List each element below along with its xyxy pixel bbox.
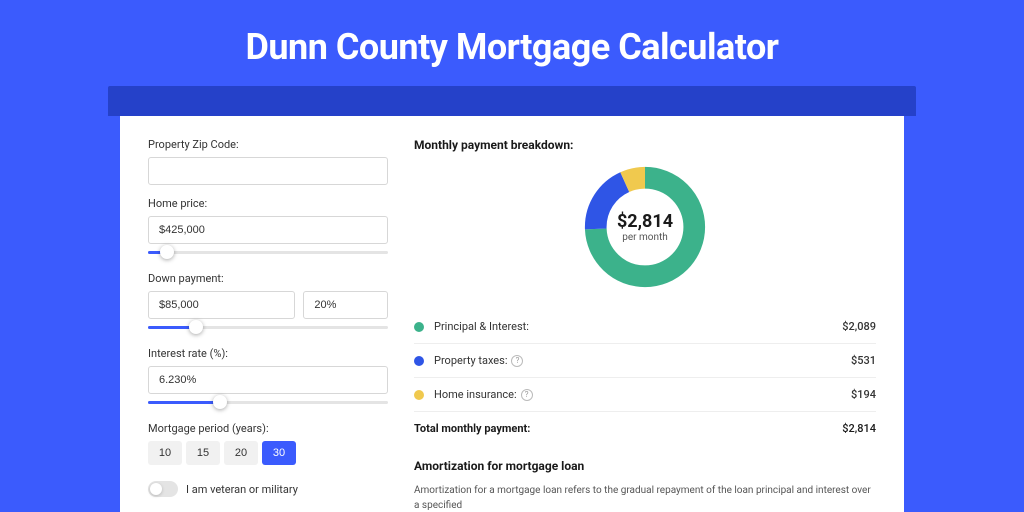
total-value: $2,814 [842, 422, 876, 435]
period-options: 10152030 [148, 441, 388, 465]
legend-label: Property taxes:? [434, 354, 851, 367]
down-payment-slider-thumb[interactable] [189, 320, 203, 334]
home-price-label: Home price: [148, 197, 388, 210]
veteran-label: I am veteran or military [186, 483, 298, 496]
info-icon[interactable]: ? [521, 389, 533, 401]
period-button-15[interactable]: 15 [186, 441, 220, 465]
period-label: Mortgage period (years): [148, 422, 388, 435]
breakdown-title: Monthly payment breakdown: [414, 138, 876, 152]
veteran-toggle[interactable] [148, 481, 178, 497]
legend-value: $194 [851, 388, 876, 401]
breakdown-column: Monthly payment breakdown: $2,814 per mo… [414, 138, 876, 512]
legend-dot [414, 356, 424, 366]
amortization-title: Amortization for mortgage loan [414, 459, 876, 473]
home-price-input[interactable] [148, 216, 388, 244]
period-button-20[interactable]: 20 [224, 441, 258, 465]
zip-input[interactable] [148, 157, 388, 185]
info-icon[interactable]: ? [511, 355, 523, 367]
amortization-text: Amortization for a mortgage loan refers … [414, 483, 876, 512]
legend-value: $531 [851, 354, 876, 367]
legend-label: Home insurance:? [434, 388, 851, 401]
inputs-column: Property Zip Code: Home price: Down paym… [148, 138, 388, 512]
legend-row: Principal & Interest:$2,089 [414, 310, 876, 344]
home-price-slider[interactable] [148, 246, 388, 260]
veteran-row: I am veteran or military [148, 481, 388, 497]
interest-label: Interest rate (%): [148, 347, 388, 360]
total-row: Total monthly payment: $2,814 [414, 411, 876, 445]
total-label: Total monthly payment: [414, 422, 842, 435]
interest-slider-thumb[interactable] [213, 395, 227, 409]
page-title: Dunn County Mortgage Calculator [0, 0, 1024, 86]
veteran-toggle-knob [150, 483, 162, 495]
interest-slider[interactable] [148, 396, 388, 410]
period-button-30[interactable]: 30 [262, 441, 296, 465]
down-payment-slider[interactable] [148, 321, 388, 335]
interest-slider-fill [148, 401, 220, 404]
donut-chart: $2,814 per month [580, 162, 710, 292]
period-button-10[interactable]: 10 [148, 441, 182, 465]
home-price-slider-thumb[interactable] [160, 245, 174, 259]
interest-input[interactable] [148, 366, 388, 394]
donut-amount: $2,814 [617, 211, 673, 232]
legend-row: Home insurance:?$194 [414, 378, 876, 411]
donut-wrap: $2,814 per month [414, 162, 876, 292]
donut-center: $2,814 per month [580, 162, 710, 292]
donut-sub: per month [622, 232, 668, 243]
legend-row: Property taxes:?$531 [414, 344, 876, 378]
down-payment-pct-input[interactable] [303, 291, 388, 319]
legend-dot [414, 322, 424, 332]
legend-label: Principal & Interest: [434, 320, 842, 333]
zip-label: Property Zip Code: [148, 138, 388, 151]
down-payment-input[interactable] [148, 291, 295, 319]
legend-value: $2,089 [842, 320, 876, 333]
legend-dot [414, 390, 424, 400]
down-payment-label: Down payment: [148, 272, 388, 285]
calculator-card: Property Zip Code: Home price: Down paym… [120, 116, 904, 512]
hero-band [108, 86, 916, 116]
